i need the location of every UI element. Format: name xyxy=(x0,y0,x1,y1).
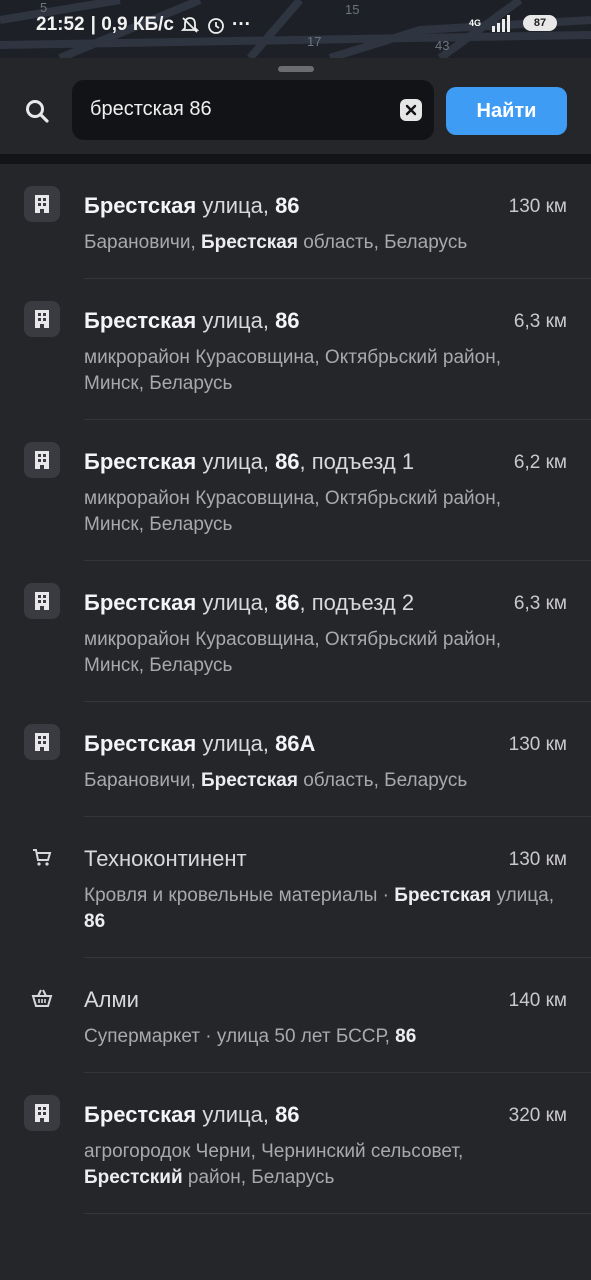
result-address: Кровля и кровельные материалы · Брестска… xyxy=(84,885,555,932)
result-item[interactable]: Техноконтинент 130 км Кровля и кровельные … xyxy=(33,817,591,958)
result-address: микрорайон Курасовщина, Октябрьский райо… xyxy=(84,347,501,394)
find-button[interactable]: Найти xyxy=(446,87,567,135)
result-item[interactable]: Брестская улица, 86, подъезд 2 6,3 км микр… xyxy=(24,561,591,702)
search-icon xyxy=(26,100,49,123)
result-distance: 140 км xyxy=(508,990,567,1011)
results-list: Брестская улица, 86 130 км Барановичи, Бре… xyxy=(0,164,591,1214)
map-number: 43 xyxy=(435,38,449,53)
network-speed: | 0,9 КБ/с xyxy=(90,14,174,35)
map-number: 15 xyxy=(345,2,359,17)
building-icon xyxy=(24,442,60,478)
clear-icon[interactable] xyxy=(400,99,422,121)
result-address: Барановичи, Брестская область, Беларусь xyxy=(84,770,468,791)
signal-icon xyxy=(492,15,510,32)
building-icon xyxy=(24,724,60,760)
status-left: 21:52 | 0,9 КБ/с ··· xyxy=(36,14,251,36)
map-number: 5 xyxy=(40,0,47,15)
result-distance: 320 км xyxy=(508,1105,567,1126)
building-icon xyxy=(24,1095,60,1131)
building-icon xyxy=(24,301,60,337)
result-item[interactable]: Брестская улица, 86А 130 км Барановичи, Бр… xyxy=(24,702,591,817)
more-icon: ··· xyxy=(232,14,251,35)
map-number: 17 xyxy=(307,34,321,49)
result-distance: 6,3 км xyxy=(513,311,567,332)
result-item[interactable]: Алми 140 км Супермаркет · улица 50 лет БСС… xyxy=(31,958,591,1073)
drag-handle[interactable] xyxy=(278,66,314,72)
building-icon xyxy=(24,583,60,619)
result-address: агрогородок Черни, Чернинский сельсовет,… xyxy=(84,1141,464,1188)
search-sheet: брестская 86 Найти Брестская улица, 86 13… xyxy=(0,58,591,1280)
result-address: микрорайон Курасовщина, Октябрьский райо… xyxy=(84,488,501,535)
search-query: брестская 86 xyxy=(90,98,212,120)
search-bar: брестская 86 Найти xyxy=(0,80,591,142)
basket-icon xyxy=(24,980,60,1016)
result-distance: 130 км xyxy=(508,849,567,870)
result-item[interactable]: Брестская улица, 86 130 км Барановичи, Бре… xyxy=(24,164,591,279)
alarm-icon xyxy=(208,18,224,34)
mute-bell-icon xyxy=(180,17,200,33)
result-address: Супермаркет · улица 50 лет БССР, 86 xyxy=(84,1026,417,1047)
status-right: 4G 87 xyxy=(469,14,557,32)
divider xyxy=(0,154,591,164)
battery-icon: 87 xyxy=(523,15,557,31)
status-bar: 5 15 17 43 21:52 | 0,9 КБ/с ··· 4G 87 xyxy=(0,0,591,58)
clock: 21:52 xyxy=(36,14,85,35)
cart-icon xyxy=(24,839,60,875)
result-address: микрорайон Курасовщина, Октябрьский райо… xyxy=(84,629,501,676)
result-distance: 6,3 км xyxy=(513,593,567,614)
result-distance: 130 км xyxy=(508,196,567,217)
network-type: 4G xyxy=(468,17,481,28)
search-input[interactable]: брестская 86 xyxy=(72,80,434,140)
result-distance: 130 км xyxy=(508,734,567,755)
result-item[interactable]: Брестская улица, 86 6,3 км микрорайон Кура… xyxy=(24,279,591,420)
result-item[interactable]: Брестская улица, 86 320 км агрогородок Чер… xyxy=(24,1073,591,1214)
result-distance: 6,2 км xyxy=(513,452,567,473)
building-icon xyxy=(24,186,60,222)
result-item[interactable]: Брестская улица, 86, подъезд 1 6,2 км микр… xyxy=(24,420,591,561)
result-address: Барановичи, Брестская область, Беларусь xyxy=(84,232,468,253)
